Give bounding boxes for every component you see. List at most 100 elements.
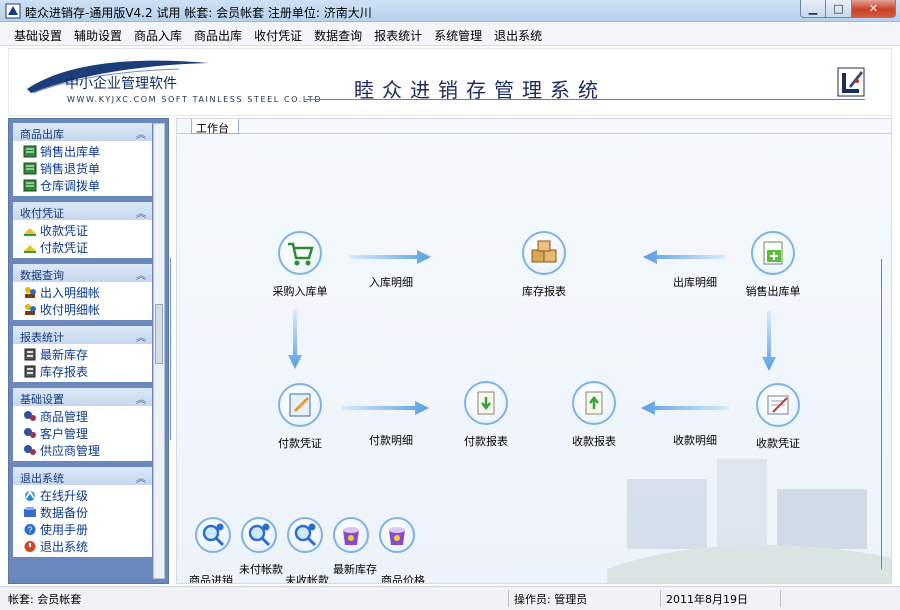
sidebar-item-exit-system[interactable]: 退出系统	[13, 538, 152, 555]
report-icon	[24, 348, 36, 361]
sidebar-item-customer-mgmt[interactable]: 客户管理	[13, 425, 152, 442]
sidebar-item-payment[interactable]: 付款凭证	[13, 239, 152, 256]
panel-header[interactable]: 商品出库 ︽	[13, 123, 152, 141]
sidebar-item-sales-out[interactable]: 销售出库单	[13, 143, 152, 160]
sidebar-item-goods-mgmt[interactable]: 商品管理	[13, 408, 152, 425]
brand-url: WWW.KYJXC.COM SOFT TAINLESS STEEL CO.LTD	[67, 95, 323, 104]
maximize-button[interactable]: □	[826, 0, 852, 18]
search-magnifier-icon	[294, 523, 317, 547]
collapse-icon[interactable]: ︽	[136, 470, 146, 485]
sidebar-item-payment-detail[interactable]: 收付明细帐	[13, 301, 152, 318]
sidebar-item-online-upgrade[interactable]: 在线升级	[13, 487, 152, 504]
quick-label-unpaid: 未付帐款	[239, 563, 283, 576]
exit-icon	[24, 541, 36, 552]
panel-header[interactable]: 基础设置 ︽	[13, 388, 152, 406]
panel-header[interactable]: 报表统计 ︽	[13, 326, 152, 344]
menu-data-query[interactable]: 数据查询	[308, 22, 368, 46]
quick-unreceived[interactable]	[287, 517, 327, 553]
collapse-icon[interactable]: ︽	[136, 126, 146, 141]
sidebar-item-latest-stock[interactable]: 最新库存	[13, 346, 152, 363]
panel-header[interactable]: 退出系统 ︽	[13, 467, 152, 485]
status-operator: 操作员: 管理员	[514, 593, 588, 606]
ledger-icon	[23, 162, 37, 175]
scrollbar-thumb[interactable]	[155, 304, 163, 364]
node-inventory-report[interactable]: 库存报表	[509, 231, 579, 299]
users-icon	[25, 287, 36, 298]
menu-goods-in[interactable]: 商品入库	[128, 22, 188, 46]
quick-label-latest-stock: 最新库存	[333, 563, 377, 576]
panel-header[interactable]: 收付凭证 ︽	[13, 202, 152, 220]
close-icon: ✕	[868, 2, 879, 15]
settings-icon	[24, 428, 36, 438]
banner-divider	[305, 99, 865, 100]
node-receipt-report[interactable]: 收款报表	[559, 381, 629, 449]
status-bar: 帐套: 会员帐套 操作员: 管理员 2011年8月19日	[0, 586, 900, 610]
menu-basic-settings[interactable]: 基础设置	[8, 22, 68, 46]
sidebar-item-supplier-mgmt[interactable]: 供应商管理	[13, 442, 152, 459]
search-magnifier-icon	[248, 523, 271, 547]
sidebar-item-sales-return[interactable]: 销售退货单	[13, 160, 152, 177]
sidebar-item-data-backup[interactable]: 数据备份	[13, 504, 152, 521]
boxes-icon	[531, 240, 557, 263]
app-icon	[5, 3, 21, 19]
arrow-right-in	[349, 250, 431, 264]
arrow-left-receive	[641, 401, 729, 415]
collapse-icon[interactable]: ︽	[136, 205, 146, 220]
arrow-right-pay	[341, 401, 429, 415]
minimize-button[interactable]: ▁	[800, 0, 826, 18]
flow-label-receive-detail: 收款明细	[673, 434, 717, 447]
cart-icon	[288, 242, 314, 266]
node-receipt-voucher[interactable]: 收款凭证	[743, 383, 813, 451]
panel-goods-out: 商品出库 ︽ 销售出库单 销售退货单 仓库调拨单	[13, 123, 152, 196]
download-scroll-icon	[477, 391, 495, 415]
menu-vouchers[interactable]: 收付凭证	[248, 22, 308, 46]
sidebar-item-inout-detail[interactable]: 出入明细帐	[13, 284, 152, 301]
node-purchase-in[interactable]: 采购入库单	[265, 231, 335, 299]
menu-goods-out[interactable]: 商品出库	[188, 22, 248, 46]
collapse-icon[interactable]: ︽	[136, 391, 146, 406]
upload-scroll-icon	[585, 391, 603, 415]
menu-exit[interactable]: 退出系统	[488, 22, 548, 46]
ledger-icon	[23, 179, 37, 192]
title-bar: 睦众进销存-通用版V4.2 试用 帐套: 会员帐套 注册单位: 济南大川 ▁ □…	[0, 0, 900, 22]
sidebar-scrollbar[interactable]	[153, 123, 165, 579]
window-title: 睦众进销存-通用版V4.2 试用 帐套: 会员帐套 注册单位: 济南大川	[25, 6, 372, 20]
sidebar-item-user-manual[interactable]: ? 使用手册	[13, 521, 152, 538]
node-payment-voucher[interactable]: 付款凭证	[265, 383, 335, 451]
price-bucket-icon	[389, 527, 405, 545]
collapse-icon[interactable]: ︽	[136, 329, 146, 344]
quick-goods-price[interactable]	[379, 517, 419, 553]
sidebar-item-transfer[interactable]: 仓库调拨单	[13, 177, 152, 194]
quick-label-goods-trade: 商品进销	[189, 574, 233, 584]
settings-icon	[24, 411, 36, 421]
quick-latest-stock[interactable]	[333, 517, 373, 553]
ledger-icon	[23, 145, 37, 158]
menu-aux-settings[interactable]: 辅助设置	[68, 22, 128, 46]
quick-unpaid[interactable]	[241, 517, 281, 553]
sidebar-item-receipt[interactable]: 收款凭证	[13, 222, 152, 239]
pen-logo-icon	[837, 67, 865, 97]
edit-document-icon	[289, 393, 311, 417]
node-sales-out[interactable]: 销售出库单	[733, 231, 813, 299]
backup-icon	[24, 507, 36, 517]
node-payment-report[interactable]: 付款报表	[451, 381, 521, 449]
svg-text:?: ?	[27, 525, 32, 535]
workspace: 工作台 采购入库单 库存报表 销售出库单 付款凭证 付款报表 收款报表 收款凭证…	[176, 118, 892, 584]
status-account: 帐套: 会员帐套	[8, 593, 82, 606]
menu-system[interactable]: 系统管理	[428, 22, 488, 46]
collapse-icon[interactable]: ︽	[136, 267, 146, 282]
arrow-down-right	[762, 311, 776, 371]
menu-reports[interactable]: 报表统计	[368, 22, 428, 46]
quick-label-goods-price: 商品价格	[381, 574, 425, 584]
flow-label-pay-detail: 付款明细	[369, 434, 413, 447]
close-button[interactable]: ✕	[852, 0, 896, 18]
sidebar-item-stock-report[interactable]: 库存报表	[13, 363, 152, 380]
tab-workbench[interactable]: 工作台	[191, 119, 239, 135]
menu-bar: 基础设置 辅助设置 商品入库 商品出库 收付凭证 数据查询 报表统计 系统管理 …	[0, 22, 900, 46]
status-date: 2011年8月19日	[666, 593, 748, 606]
brand-name: 中小企业管理软件	[65, 76, 177, 92]
quick-goods-trade[interactable]	[195, 517, 235, 553]
panel-header[interactable]: 数据查询 ︽	[13, 264, 152, 282]
minimize-icon: ▁	[808, 2, 818, 15]
flow-label-in-detail: 入库明细	[369, 276, 413, 289]
